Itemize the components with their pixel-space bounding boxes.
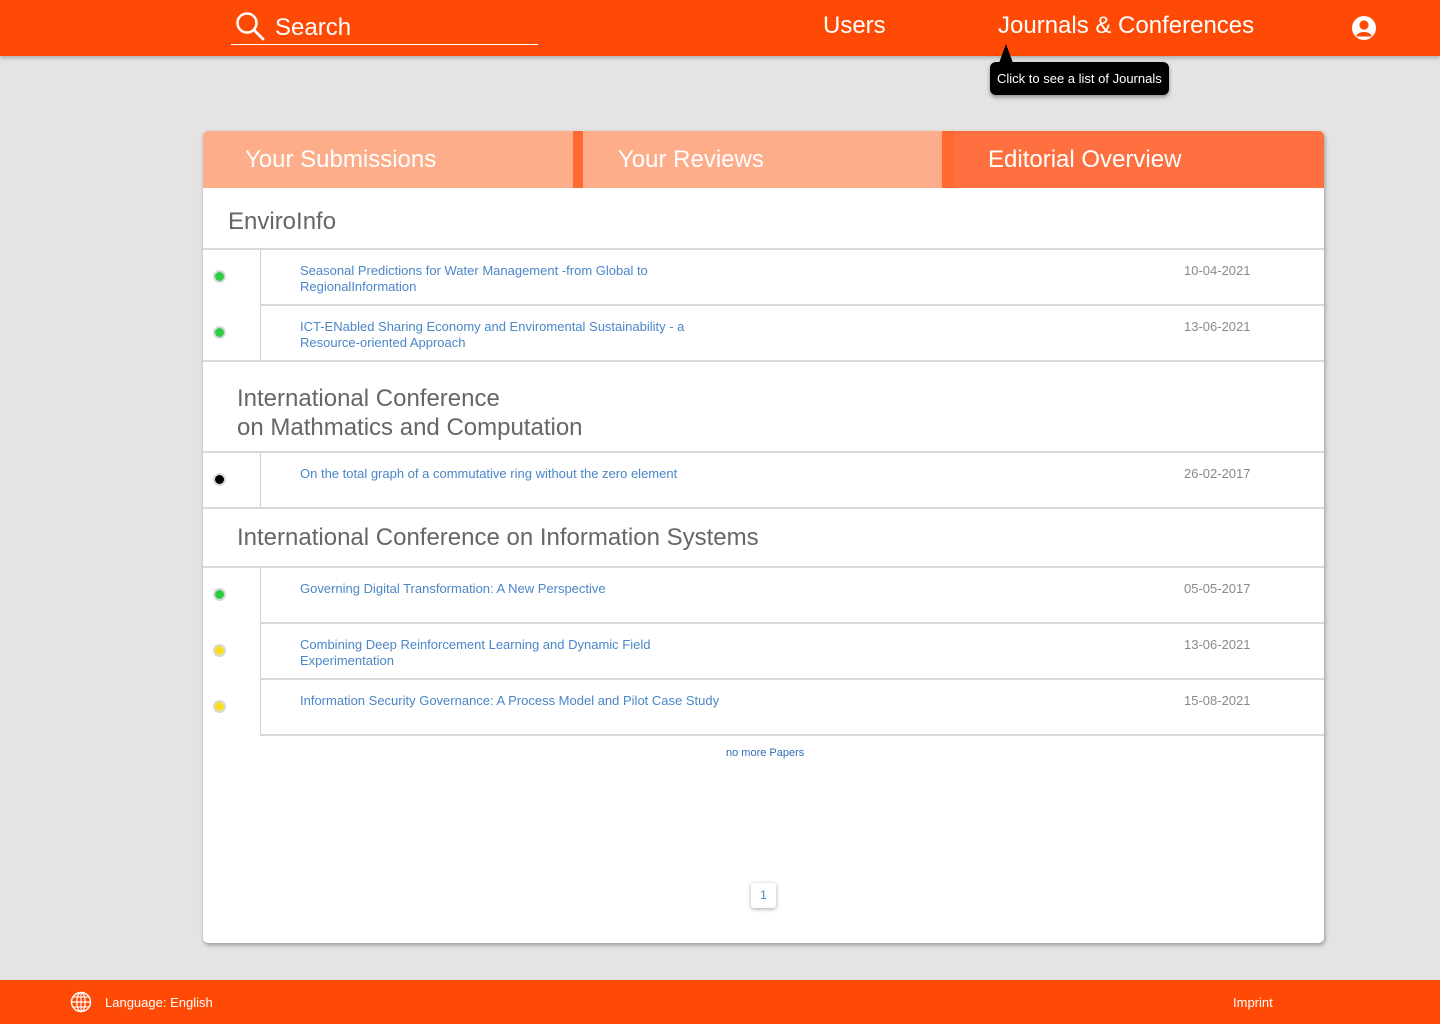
divider (260, 568, 261, 734)
pagination-page-button[interactable]: 1 (751, 883, 776, 908)
divider (203, 566, 1324, 568)
imprint-link[interactable]: Imprint (1233, 995, 1273, 1010)
status-dot (213, 326, 226, 339)
no-more-papers-text: no more Papers (726, 747, 805, 759)
paper-date: 26-02-2017 (1184, 466, 1251, 481)
divider (260, 453, 261, 507)
nav-users-link[interactable]: Users (823, 12, 886, 40)
search-box[interactable] (231, 8, 538, 45)
globe-icon (70, 991, 92, 1013)
group-title-math-conference: International Conference on Mathmatics a… (237, 385, 583, 441)
status-dot (213, 588, 226, 601)
paper-title-link[interactable]: Seasonal Predictions for Water Managemen… (300, 263, 700, 295)
top-navbar: Users Journals & Conferences (0, 0, 1440, 56)
journals-tooltip: Click to see a list of Journals (990, 62, 1169, 95)
paper-title-link[interactable]: On the total graph of a commutative ring… (300, 466, 800, 482)
paper-title-link[interactable]: Information Security Governance: A Proce… (300, 693, 800, 709)
tab-divider (942, 131, 954, 188)
paper-title-link[interactable]: Governing Digital Transformation: A New … (300, 581, 700, 597)
status-dot (213, 644, 226, 657)
paper-date: 15-08-2021 (1184, 693, 1251, 708)
user-icon[interactable] (1351, 15, 1377, 41)
paper-title-link[interactable]: ICT-ENabled Sharing Economy and Envirome… (300, 319, 700, 351)
footer-bar: Language: English Imprint (0, 980, 1440, 1024)
paper-date: 13-06-2021 (1184, 319, 1251, 334)
tab-editorial-overview[interactable]: Editorial Overview (954, 131, 1324, 188)
search-icon (236, 12, 265, 41)
divider (203, 248, 1324, 250)
tooltip-arrow (999, 44, 1013, 63)
row-divider (260, 678, 1324, 680)
row-divider (260, 622, 1324, 624)
tab-your-reviews[interactable]: Your Reviews (583, 131, 942, 188)
editorial-card: Your Submissions Your Reviews Editorial … (203, 131, 1324, 943)
divider (203, 451, 1324, 453)
row-divider (260, 734, 1324, 736)
search-input[interactable] (275, 14, 525, 42)
tab-your-submissions[interactable]: Your Submissions (203, 131, 573, 188)
tab-divider (573, 131, 583, 188)
paper-date: 10-04-2021 (1184, 263, 1251, 278)
nav-journals-link[interactable]: Journals & Conferences (998, 12, 1254, 40)
status-dot (213, 473, 226, 486)
paper-date: 13-06-2021 (1184, 637, 1251, 652)
group-title-enviroinfo: EnviroInfo (228, 208, 337, 235)
paper-date: 05-05-2017 (1184, 581, 1251, 596)
group-title-info-systems: International Conference on Information … (237, 524, 759, 551)
divider (203, 360, 1324, 362)
status-dot (213, 700, 226, 713)
status-dot (213, 270, 226, 283)
divider (203, 507, 1324, 509)
paper-title-link[interactable]: Combining Deep Reinforcement Learning an… (300, 637, 700, 669)
language-selector[interactable]: Language: English (105, 995, 213, 1010)
row-divider (260, 304, 1324, 306)
